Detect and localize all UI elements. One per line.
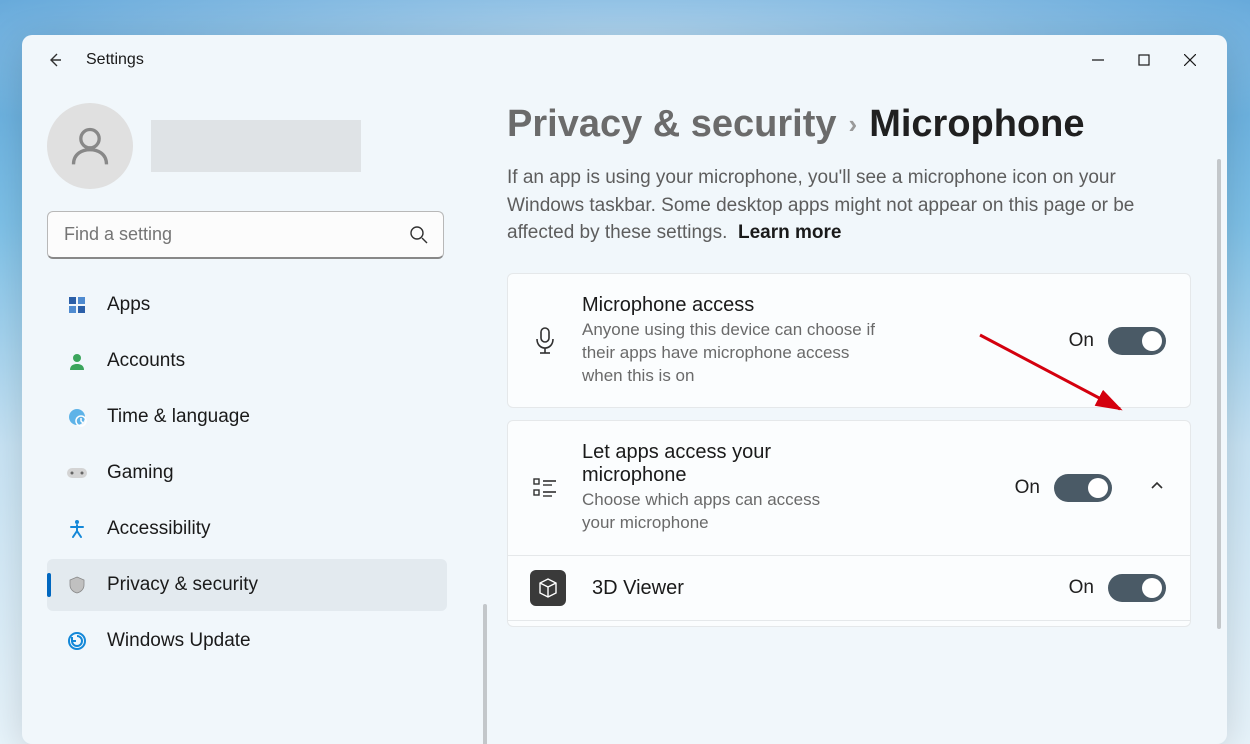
card-microphone-access: Microphone access Anyone using this devi… bbox=[507, 273, 1191, 409]
gamepad-icon bbox=[65, 461, 89, 485]
page-title: Microphone bbox=[869, 103, 1084, 146]
main-content: Privacy & security › Microphone If an ap… bbox=[487, 85, 1227, 744]
maximize-icon bbox=[1138, 54, 1150, 66]
breadcrumb: Privacy & security › Microphone bbox=[507, 103, 1227, 146]
user-name bbox=[151, 120, 361, 172]
learn-more-link[interactable]: Learn more bbox=[738, 222, 841, 243]
cube-icon bbox=[537, 577, 559, 599]
sidebar-item-label: Privacy & security bbox=[107, 574, 258, 596]
app-icon-3d-viewer bbox=[530, 570, 566, 606]
person-icon bbox=[65, 349, 89, 373]
sidebar-item-label: Time & language bbox=[107, 406, 250, 428]
sidebar-item-privacy-security[interactable]: Privacy & security bbox=[47, 559, 447, 611]
collapse-button[interactable] bbox=[1148, 477, 1166, 500]
nav-list: Apps Accounts Time & language Gaming Acc… bbox=[47, 279, 465, 667]
card-title: Let apps access your microphone bbox=[582, 441, 802, 487]
app-name: 3D Viewer bbox=[592, 577, 1043, 600]
minimize-button[interactable] bbox=[1075, 41, 1121, 79]
search-input[interactable] bbox=[47, 211, 444, 259]
breadcrumb-parent[interactable]: Privacy & security bbox=[507, 103, 837, 146]
sidebar-item-label: Windows Update bbox=[107, 630, 251, 652]
sidebar-item-accounts[interactable]: Accounts bbox=[47, 335, 447, 387]
let-apps-access-toggle[interactable] bbox=[1054, 474, 1112, 502]
page-description: If an app is using your microphone, you'… bbox=[507, 164, 1187, 247]
apps-icon bbox=[65, 293, 89, 317]
card-subtitle: Choose which apps can access your microp… bbox=[582, 489, 842, 535]
list-icon bbox=[530, 475, 560, 501]
microphone-icon bbox=[530, 326, 560, 356]
titlebar: Settings bbox=[22, 35, 1227, 85]
sidebar-item-accessibility[interactable]: Accessibility bbox=[47, 503, 447, 555]
globe-icon bbox=[65, 405, 89, 429]
microphone-access-toggle[interactable] bbox=[1108, 327, 1166, 355]
close-icon bbox=[1184, 54, 1196, 66]
arrow-left-icon bbox=[45, 50, 65, 70]
chevron-up-icon bbox=[1148, 477, 1166, 495]
sidebar-item-label: Accounts bbox=[107, 350, 185, 372]
sidebar-item-apps[interactable]: Apps bbox=[47, 279, 447, 331]
update-icon bbox=[65, 629, 89, 653]
minimize-icon bbox=[1092, 54, 1104, 66]
app-title: Settings bbox=[86, 51, 144, 69]
settings-window: Settings bbox=[22, 35, 1227, 744]
maximize-button[interactable] bbox=[1121, 41, 1167, 79]
toggle-state-label: On bbox=[1069, 577, 1094, 599]
shield-icon bbox=[65, 573, 89, 597]
sidebar-item-time-language[interactable]: Time & language bbox=[47, 391, 447, 443]
main-scrollbar[interactable] bbox=[1217, 159, 1221, 629]
sidebar-item-label: Gaming bbox=[107, 462, 174, 484]
window-controls bbox=[1075, 41, 1213, 79]
card-subtitle: Anyone using this device can choose if t… bbox=[582, 319, 892, 388]
toggle-state-label: On bbox=[1015, 477, 1040, 499]
sidebar: Apps Accounts Time & language Gaming Acc… bbox=[22, 85, 487, 744]
chevron-right-icon: › bbox=[849, 109, 858, 140]
card-title: Microphone access bbox=[582, 294, 1047, 317]
sidebar-item-windows-update[interactable]: Windows Update bbox=[47, 615, 447, 667]
card-let-apps-access: Let apps access your microphone Choose w… bbox=[507, 420, 1191, 627]
accessibility-icon bbox=[65, 517, 89, 541]
toggle-state-label: On bbox=[1069, 330, 1094, 352]
user-profile[interactable] bbox=[47, 103, 465, 189]
avatar bbox=[47, 103, 133, 189]
search-icon bbox=[409, 225, 429, 250]
close-button[interactable] bbox=[1167, 41, 1213, 79]
back-button[interactable] bbox=[36, 41, 74, 79]
sidebar-item-label: Apps bbox=[107, 294, 150, 316]
person-icon bbox=[68, 124, 112, 168]
app-3d-viewer-toggle[interactable] bbox=[1108, 574, 1166, 602]
app-row-3d-viewer: 3D Viewer On bbox=[508, 555, 1190, 620]
sidebar-item-label: Accessibility bbox=[107, 518, 210, 540]
sidebar-item-gaming[interactable]: Gaming bbox=[47, 447, 447, 499]
